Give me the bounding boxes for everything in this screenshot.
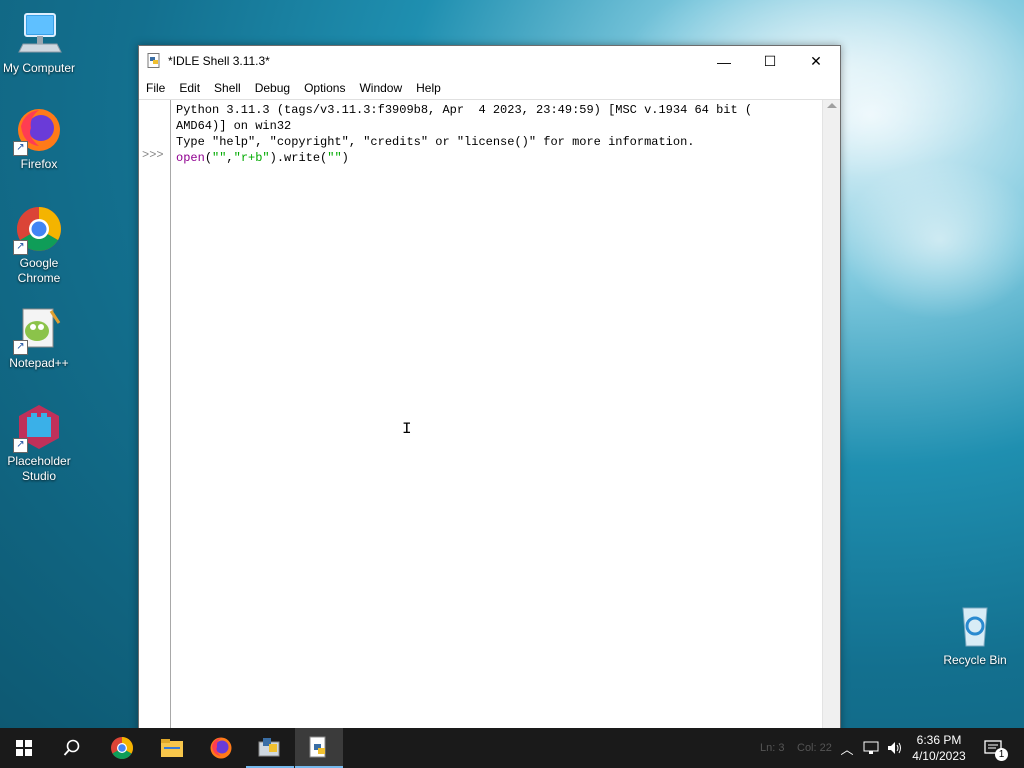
- search-button[interactable]: [48, 728, 96, 768]
- chevron-up-icon: ︿: [840, 741, 854, 757]
- clock-time: 6:36 PM: [916, 733, 962, 747]
- prompt-gutter: >>>: [139, 100, 171, 737]
- window-titlebar[interactable]: *IDLE Shell 3.11.3* — ☐ ✕: [139, 46, 840, 77]
- desktop-icon-label: My Computer: [2, 61, 76, 75]
- taskbar-python-idle[interactable]: [246, 728, 294, 768]
- windows-logo-icon: [16, 740, 32, 756]
- idle-app-icon: [147, 53, 161, 69]
- network-button[interactable]: [860, 728, 882, 768]
- desktop-icon-label: Placeholder Studio: [7, 454, 71, 483]
- search-icon: [63, 739, 80, 756]
- banner-line: Type "help", "copyright", "credits" or "…: [176, 135, 695, 149]
- code-string: "": [212, 151, 227, 165]
- code-string: "": [327, 151, 342, 165]
- menu-help[interactable]: Help: [416, 81, 441, 95]
- status-column: Col: 22: [797, 742, 832, 754]
- firefox-icon: [210, 737, 232, 759]
- minimize-button[interactable]: —: [701, 46, 747, 77]
- scroll-up-arrow-icon[interactable]: [827, 103, 837, 108]
- menu-debug[interactable]: Debug: [255, 81, 290, 95]
- desktop-icon-label: Notepad++: [9, 356, 69, 370]
- desktop-icon-label: Google Chrome: [17, 256, 61, 285]
- window-title: *IDLE Shell 3.11.3*: [168, 54, 270, 68]
- menu-bar: File Edit Shell Debug Options Window Hel…: [139, 77, 840, 99]
- vertical-scrollbar[interactable]: [822, 100, 840, 737]
- code-paren: ): [341, 151, 349, 165]
- network-icon: [863, 741, 879, 754]
- shell-prompt: >>>: [142, 148, 164, 162]
- text-cursor-icon: I: [402, 420, 412, 438]
- menu-file[interactable]: File: [146, 81, 165, 95]
- placeholder-studio-icon: ↗: [13, 403, 63, 453]
- taskbar-python-shell[interactable]: [295, 728, 343, 768]
- desktop-icon-label: Recycle Bin: [943, 653, 1007, 667]
- firefox-icon: ↗: [13, 106, 63, 156]
- code-string: "r+b": [233, 151, 270, 165]
- shortcut-arrow-icon: ↗: [13, 141, 28, 156]
- shell-output: Python 3.11.3 (tags/v3.11.3:f3909b8, Apr…: [176, 102, 816, 166]
- code-paren: (: [204, 151, 213, 165]
- desktop-icon-label: Firefox: [20, 157, 58, 171]
- banner-line: Python 3.11.3 (tags/v3.11.3:f3909b8, Apr…: [176, 103, 753, 117]
- notification-center-button[interactable]: 1: [978, 728, 1008, 768]
- clock-date: 4/10/2023: [912, 749, 966, 763]
- computer-icon: [15, 10, 63, 58]
- chrome-icon: [111, 737, 133, 759]
- wallpaper-highlight: [840, 160, 1024, 320]
- shell-text-area[interactable]: >>> Python 3.11.3 (tags/v3.11.3:f3909b8,…: [139, 99, 840, 737]
- menu-options[interactable]: Options: [304, 81, 345, 95]
- python-file-icon: [309, 736, 326, 758]
- desktop-icon-my-computer[interactable]: My Computer: [1, 10, 77, 76]
- start-button[interactable]: [0, 728, 48, 768]
- idle-shell-window[interactable]: *IDLE Shell 3.11.3* — ☐ ✕ File Edit Shel…: [138, 45, 841, 737]
- shell-input-line[interactable]: open("","r+b").write(""): [176, 150, 816, 166]
- system-clock[interactable]: 6:36 PM 4/10/2023: [906, 732, 972, 764]
- show-hidden-icons-button[interactable]: ︿: [838, 728, 856, 768]
- desktop-icon-notepad-plus-plus[interactable]: ↗ Notepad++: [1, 305, 77, 371]
- notepad-plus-plus-icon: ↗: [13, 305, 63, 355]
- menu-shell[interactable]: Shell: [214, 81, 241, 95]
- maximize-button[interactable]: ☐: [747, 46, 793, 77]
- taskbar-chrome[interactable]: [98, 728, 146, 768]
- banner-line: AMD64)] on win32: [176, 119, 292, 133]
- menu-edit[interactable]: Edit: [179, 81, 200, 95]
- desktop-icon-google-chrome[interactable]: ↗ Google Chrome: [1, 205, 77, 286]
- volume-button[interactable]: [884, 728, 906, 768]
- shortcut-arrow-icon: ↗: [13, 438, 28, 453]
- code-comma: ,: [226, 151, 234, 165]
- desktop-icon-firefox[interactable]: ↗ Firefox: [1, 106, 77, 172]
- chrome-icon: ↗: [13, 205, 63, 255]
- menu-window[interactable]: Window: [359, 81, 402, 95]
- taskbar-file-explorer[interactable]: [148, 728, 196, 768]
- desktop-icon-placeholder-studio[interactable]: ↗ Placeholder Studio: [1, 403, 77, 484]
- volume-icon: [888, 742, 901, 754]
- close-button[interactable]: ✕: [793, 46, 839, 77]
- taskbar-firefox[interactable]: [197, 728, 245, 768]
- notification-badge: 1: [995, 748, 1008, 761]
- python-idle-icon: [258, 738, 280, 757]
- desktop-icon-recycle-bin[interactable]: Recycle Bin: [937, 602, 1013, 668]
- code-method: ).write(: [269, 151, 328, 165]
- taskbar: Ln: 3 Col: 22 ︿ 6:36 PM 4/10/2023 1: [0, 728, 1024, 768]
- status-line: Ln: 3: [760, 742, 785, 754]
- file-explorer-icon: [161, 739, 183, 757]
- code-builtin: open: [176, 151, 205, 165]
- shortcut-arrow-icon: ↗: [13, 340, 28, 355]
- recycle-bin-icon: [951, 602, 999, 650]
- shortcut-arrow-icon: ↗: [13, 240, 28, 255]
